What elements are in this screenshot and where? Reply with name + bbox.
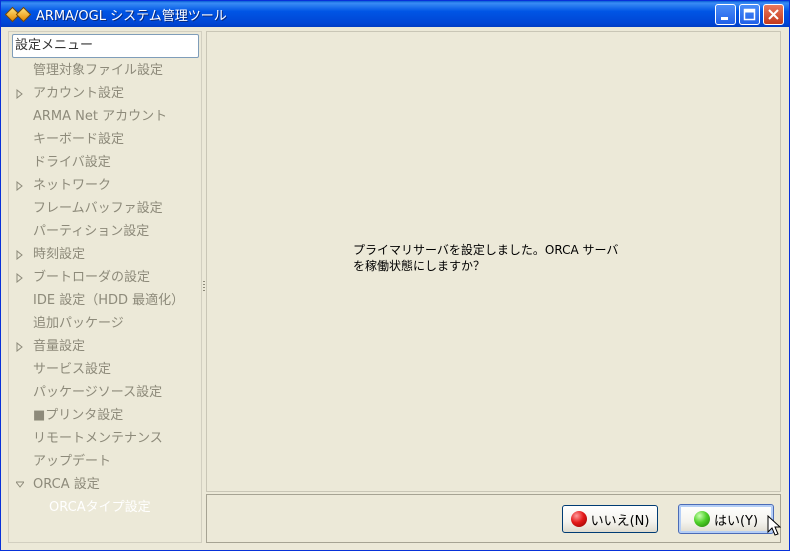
sidebar-item[interactable]: 音量設定 [9,335,201,358]
red-circle-icon [570,511,587,527]
sidebar-item-label: パーティション設定 [33,224,150,239]
sidebar-item-label: ブートローダの設定 [33,270,151,285]
mouse-cursor-icon [767,515,781,536]
close-button[interactable] [763,4,784,25]
settings-menu-list: 管理対象ファイル設定 アカウント設定 ARMA Net アカウント キーボード設定 ドラ… [9,59,201,519]
window-title: ARMA/OGL システム管理ツール [36,8,227,24]
confirm-message: プライマリサーバを設定しました。ORCA サーバ を稼働状態にしますか？ [353,242,653,274]
sidebar-item[interactable]: ブートローダの設定 [9,266,201,289]
sidebar-item-label: フレームバッファ設定 [33,201,163,216]
sidebar-item-label: サービス設定 [33,362,112,377]
expand-triangle-icon[interactable] [16,181,24,191]
sidebar-item-label: パッケージソース設定 [33,385,163,400]
yes-button-label: はい(Y) [713,513,759,529]
main-window: ARMA/OGL システム管理ツール 設定メニュー 管理対象ファイル設定 アカウン… [0,0,790,551]
sidebar-item-label: ORCA 設定 [33,477,100,492]
sidebar-item-label: ORCAタイプ設定 [49,500,151,515]
expand-triangle-icon[interactable] [16,89,24,99]
confirm-message-line1: プライマリサーバを設定しました。ORCA サーバ [353,243,619,257]
confirm-message-line2: を稼働状態にしますか？ [353,259,486,273]
title-bar[interactable]: ARMA/OGL システム管理ツール [1,1,789,27]
sidebar-item[interactable]: 追加パッケージ [9,312,201,335]
sidebar-item[interactable]: フレームバッファ設定 [9,197,201,220]
settings-menu-panel: 設定メニュー 管理対象ファイル設定 アカウント設定 ARMA Net アカウント キー… [8,31,202,543]
expand-triangle-icon[interactable] [16,273,24,283]
minimize-button[interactable] [715,4,736,25]
expand-triangle-icon[interactable] [16,342,24,352]
sidebar-item-label: ■プリンタ設定 [33,408,124,423]
sidebar-item[interactable]: パーティション設定 [9,220,201,243]
sidebar-item-label: ドライバ設定 [33,155,111,170]
sidebar-item[interactable]: 管理対象ファイル設定 [9,59,201,82]
sidebar-item-label: ARMA Net アカウント [33,109,168,124]
sidebar-item-label: アカウント設定 [33,86,125,101]
sidebar-item[interactable]: 時刻設定 [9,243,201,266]
sidebar-item[interactable]: サービス設定 [9,358,201,381]
sidebar-item[interactable]: ドライバ設定 [9,151,201,174]
sidebar-item[interactable]: ネットワーク [9,174,201,197]
sidebar-item-label: 管理対象ファイル設定 [33,63,164,78]
dialog-button-bar: いいえ(N) はい(Y) [206,494,781,543]
sidebar-item[interactable]: ■プリンタ設定 [9,404,201,427]
maximize-button[interactable] [739,4,760,25]
sidebar-item[interactable]: アカウント設定 [9,82,201,105]
sidebar-item-label: IDE 設定（HDD 最適化） [33,293,185,308]
sidebar-item[interactable]: ORCA 設定 [9,473,201,496]
no-button-label: いいえ(N) [590,513,650,529]
arma-diamond-icon [4,3,32,25]
close-icon [768,9,779,20]
sidebar-item[interactable]: ARMA Net アカウント [9,105,201,128]
green-circle-icon [693,511,710,527]
splitter-grip-icon [203,281,205,293]
sidebar-item-label: 時刻設定 [33,247,86,262]
sidebar-item-label: 音量設定 [33,339,86,354]
minimize-icon [721,17,728,20]
sidebar-item[interactable]: パッケージソース設定 [9,381,201,404]
sidebar-item[interactable]: アップデート [9,450,201,473]
sidebar-item[interactable]: キーボード設定 [9,128,201,151]
settings-menu-header[interactable]: 設定メニュー [12,34,199,58]
sidebar-item-label: 追加パッケージ [33,316,124,331]
maximize-icon [743,8,756,21]
sidebar-item[interactable]: ORCAタイプ設定 [9,496,201,519]
collapse-triangle-icon[interactable] [16,480,24,490]
sidebar-item-label: ネットワーク [33,178,112,193]
no-button[interactable]: いいえ(N) [562,505,658,533]
sidebar-item-label: リモートメンテナンス [33,431,163,446]
sidebar-item-label: アップデート [33,454,112,469]
sidebar-item[interactable]: リモートメンテナンス [9,427,201,450]
sidebar-item[interactable]: IDE 設定（HDD 最適化） [9,289,201,312]
expand-triangle-icon[interactable] [16,250,24,260]
yes-button[interactable]: はい(Y) [678,504,774,534]
sidebar-item-label: キーボード設定 [33,132,125,147]
content-area: プライマリサーバを設定しました。ORCA サーバ を稼働状態にしますか？ [206,31,781,492]
